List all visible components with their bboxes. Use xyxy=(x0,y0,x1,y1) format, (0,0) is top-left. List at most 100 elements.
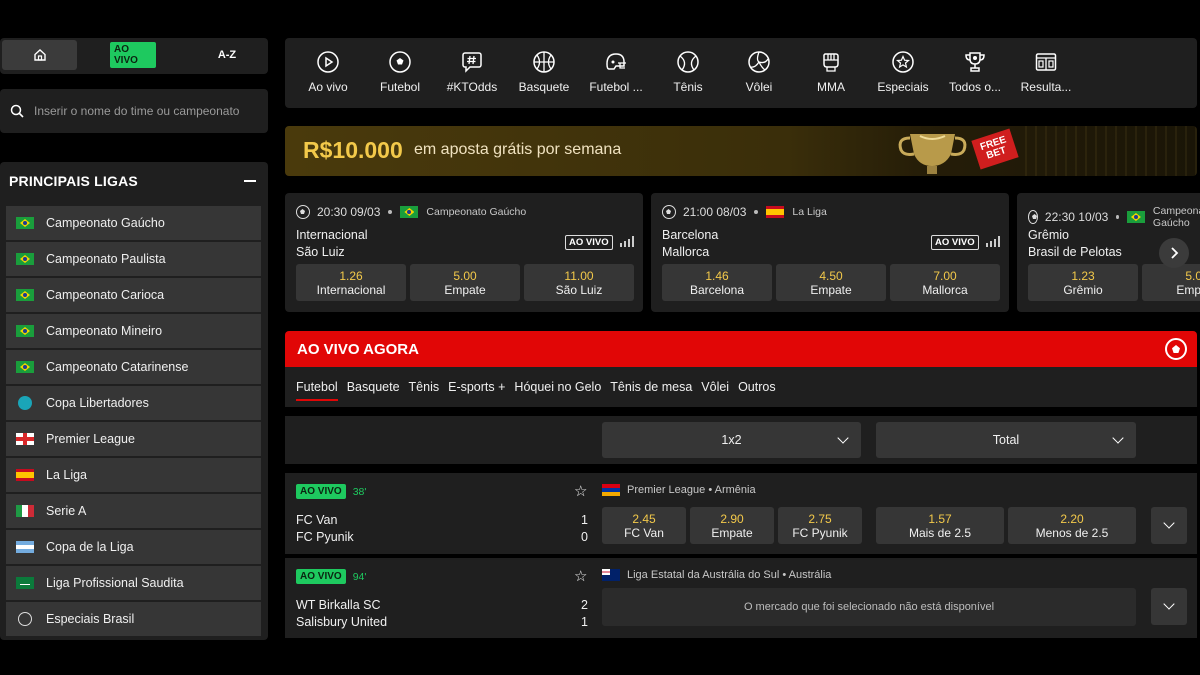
spain-flag-icon xyxy=(766,206,785,218)
chevron-right-icon xyxy=(1171,247,1179,259)
live-tag: AO VIVO xyxy=(565,235,613,250)
away-team: Brasil de Pelotas xyxy=(1028,245,1122,259)
leagues-title: PRINCIPAIS LIGAS xyxy=(9,173,138,189)
soccer-ball-icon xyxy=(389,51,411,73)
odd-button[interactable]: 2.90 Empate xyxy=(690,507,774,544)
live-tab[interactable]: AO VIVO xyxy=(110,40,156,70)
sport-futebol-americano[interactable]: Futebol ... xyxy=(580,50,652,94)
live-tab-tenis[interactable]: Tênis xyxy=(409,367,440,407)
league-item[interactable]: La Liga xyxy=(6,458,261,492)
odd-value: 1.26 xyxy=(339,269,363,283)
separator-dot xyxy=(754,210,759,214)
league-item[interactable]: Campeonato Paulista xyxy=(6,242,261,276)
live-event-row[interactable]: AO VIVO 94' ☆ WT Birkalla SC Salisbury U… xyxy=(285,558,1197,638)
hashtag-icon xyxy=(462,52,482,73)
trophy-icon xyxy=(898,134,967,174)
odd-button[interactable]: 1.23 Grêmio xyxy=(1028,264,1138,301)
league-item[interactable]: Campeonato Gaúcho xyxy=(6,206,261,240)
odd-button[interactable]: 2.20 Menos de 2.5 xyxy=(1008,507,1136,544)
away-team: Mallorca xyxy=(662,245,710,259)
odd-value: 2.75 xyxy=(808,512,832,526)
event-league: Premier League • Armênia xyxy=(602,484,756,496)
promo-banner[interactable]: R$10.000 em aposta grátis por semana FRE… xyxy=(285,126,1197,176)
odd-button[interactable]: 5.00Empate xyxy=(1142,264,1200,301)
search-input[interactable] xyxy=(34,104,254,118)
event-league: Liga Estatal da Austrália do Sul • Austr… xyxy=(602,569,831,581)
odd-button[interactable]: 4.50 Empate xyxy=(776,264,886,301)
sport-ktodds[interactable]: #KTOdds xyxy=(436,50,508,94)
league-item[interactable]: Liga Profissional Saudita xyxy=(6,566,261,600)
sport-label: Resulta... xyxy=(1020,80,1072,94)
sport-futebol[interactable]: Futebol xyxy=(364,50,436,94)
league-item[interactable]: Copa Libertadores xyxy=(6,386,261,420)
az-tab[interactable]: A-Z xyxy=(205,40,249,70)
favorite-star-icon[interactable]: ☆ xyxy=(574,484,587,499)
brazil-flag-icon xyxy=(1126,211,1145,223)
odd-button[interactable]: 1.46 Barcelona xyxy=(662,264,772,301)
odd-button[interactable]: 2.45 FC Van xyxy=(602,507,686,544)
soccer-ball-icon xyxy=(1028,210,1038,224)
sport-mma[interactable]: MMA xyxy=(795,50,867,94)
odd-value: 11.00 xyxy=(564,269,594,283)
market-select[interactable]: 1x2 xyxy=(602,422,861,458)
live-tab-futebol[interactable]: Futebol xyxy=(296,367,338,407)
collapse-icon[interactable] xyxy=(244,180,256,182)
league-item[interactable]: Premier League xyxy=(6,422,261,456)
event-league-label: Premier League • Armênia xyxy=(627,484,756,496)
event-live-status: AO VIVO 94' xyxy=(296,569,366,584)
banner-amount: R$10.000 xyxy=(303,137,403,163)
search-box xyxy=(0,89,268,133)
england-flag-icon xyxy=(16,433,34,445)
odd-button[interactable]: 5.00Empate xyxy=(410,264,520,301)
carousel-next-button[interactable] xyxy=(1159,238,1189,268)
sport-todos[interactable]: Todos o... xyxy=(939,50,1011,94)
league-item[interactable]: Campeonato Carioca xyxy=(6,278,261,312)
sport-basquete[interactable]: Basquete xyxy=(508,50,580,94)
live-tab-basquete[interactable]: Basquete xyxy=(347,367,400,407)
odd-label: FC Pyunik xyxy=(792,526,848,540)
league-item[interactable]: Especiais Brasil xyxy=(6,602,261,636)
sport-volei[interactable]: Vôlei xyxy=(723,50,795,94)
live-tab-tenis-mesa[interactable]: Tênis de mesa xyxy=(610,367,692,407)
odd-button[interactable]: 2.75 FC Pyunik xyxy=(778,507,862,544)
live-tab-hoquei[interactable]: Hóquei no Gelo xyxy=(514,367,601,407)
total-select[interactable]: Total xyxy=(876,422,1136,458)
odd-label: Empate xyxy=(711,526,753,540)
match-card[interactable]: 21:00 08/03 La Liga Barcelona Mallorca A… xyxy=(651,193,1009,312)
market-select-value: 1x2 xyxy=(721,433,742,447)
brazil-flag-icon xyxy=(16,217,34,229)
odd-value: 1.46 xyxy=(705,269,729,283)
live-tab-volei[interactable]: Vôlei xyxy=(701,367,729,407)
odd-button[interactable]: 11.00 São Luiz xyxy=(524,264,634,301)
sports-nav: Ao vivo Futebol #KTOdds Basquete Futebol… xyxy=(285,38,1197,108)
odd-label: Barcelona xyxy=(689,283,745,297)
expand-markets-button[interactable] xyxy=(1151,507,1187,544)
odd-button[interactable]: 1.26 Internacional xyxy=(296,264,406,301)
league-item[interactable]: Campeonato Mineiro xyxy=(6,314,261,348)
card-header: 21:00 08/03 La Liga xyxy=(662,205,827,219)
live-tab-esports[interactable]: E-sports + xyxy=(448,367,505,407)
signal-icon xyxy=(620,236,634,247)
favorite-star-icon[interactable]: ☆ xyxy=(574,569,587,584)
live-tab-outros[interactable]: Outros xyxy=(738,367,776,407)
sport-label: Futebol ... xyxy=(589,80,643,94)
sport-label: Vôlei xyxy=(745,80,773,94)
sport-especiais[interactable]: Especiais xyxy=(867,50,939,94)
expand-markets-button[interactable] xyxy=(1151,588,1187,625)
card-teams: Grêmio Brasil de Pelotas xyxy=(1028,227,1122,261)
separator-dot xyxy=(1116,215,1119,219)
match-card[interactable]: 20:30 09/03 Campeonato Gaúcho Internacio… xyxy=(285,193,643,312)
sport-ao-vivo[interactable]: Ao vivo xyxy=(292,50,364,94)
league-item[interactable]: Copa de la Liga xyxy=(6,530,261,564)
live-event-row[interactable]: AO VIVO 38' ☆ FC Van FC Pyunik 1 0 Premi… xyxy=(285,473,1197,554)
odd-button[interactable]: 1.57 Mais de 2.5 xyxy=(876,507,1004,544)
odd-button[interactable]: 7.00 Mallorca xyxy=(890,264,1000,301)
sport-resultados[interactable]: Resulta... xyxy=(1010,50,1082,94)
card-teams: Barcelona Mallorca xyxy=(662,227,718,261)
league-item[interactable]: Campeonato Catarinense xyxy=(6,350,261,384)
soccer-ball-icon xyxy=(296,205,310,219)
sport-label: #KTOdds xyxy=(446,80,498,94)
sport-tenis[interactable]: Tênis xyxy=(652,50,724,94)
league-item[interactable]: Serie A xyxy=(6,494,261,528)
home-tab[interactable] xyxy=(2,40,77,70)
